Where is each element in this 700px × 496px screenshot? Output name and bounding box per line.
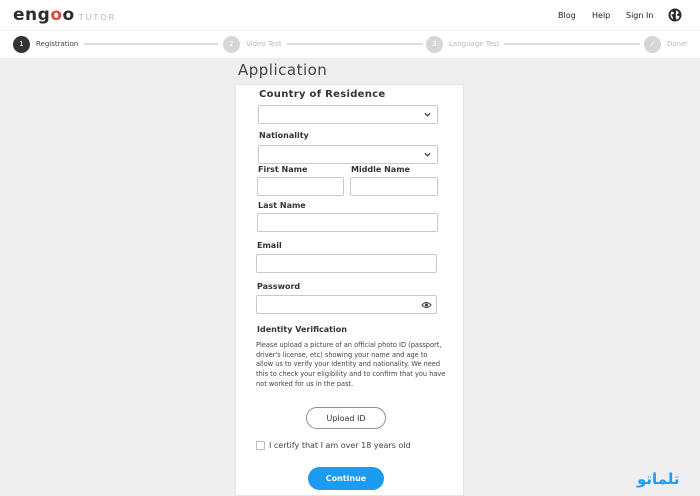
- step-number: 1: [13, 35, 30, 53]
- check-icon: ✓: [644, 35, 661, 53]
- country-label: Country of Residence: [259, 89, 386, 100]
- step-registration: 1 Registration: [13, 35, 78, 53]
- progress-connector: [84, 43, 218, 45]
- continue-button[interactable]: Continue: [308, 467, 384, 490]
- logo-wordmark: engoo: [13, 5, 75, 25]
- registration-progress: 1 Registration 2 Video Test 3 Language T…: [0, 30, 700, 58]
- nationality-label: Nationality: [259, 131, 309, 140]
- globe-icon[interactable]: [668, 8, 682, 22]
- certify-age-checkbox[interactable]: [256, 441, 265, 450]
- nationality-select[interactable]: [258, 145, 438, 164]
- last-name-field[interactable]: [257, 213, 438, 232]
- watermark-text: تلماتو: [637, 470, 680, 488]
- step-label: Registration: [36, 40, 79, 48]
- password-label: Password: [257, 282, 301, 291]
- progress-connector: [504, 43, 640, 45]
- step-label: Done!: [667, 40, 689, 48]
- logo-subtitle: TUTOR: [78, 13, 117, 22]
- step-number: 3: [426, 35, 443, 53]
- engoo-tutor-logo[interactable]: engoo TUTOR: [13, 5, 116, 25]
- step-label: Video Test: [246, 40, 282, 48]
- certify-age-label[interactable]: I certify that I am over 18 years old: [269, 441, 411, 450]
- nav-sign-in-link[interactable]: Sign In: [626, 11, 653, 20]
- progress-connector: [287, 43, 423, 45]
- eye-icon[interactable]: [421, 300, 432, 310]
- chevron-down-icon: [424, 152, 431, 157]
- step-language-test: 3 Language Test: [426, 35, 500, 53]
- last-name-label: Last Name: [258, 201, 306, 210]
- email-field[interactable]: [256, 254, 437, 273]
- step-label: Language Test: [449, 40, 500, 48]
- nav-blog-link[interactable]: Blog: [558, 11, 576, 20]
- top-header: engoo TUTOR Blog Help Sign In: [0, 0, 700, 30]
- application-form: Country of Residence Nationality First N…: [235, 84, 464, 496]
- first-name-field[interactable]: [257, 177, 344, 196]
- step-done: ✓ Done!: [644, 35, 688, 53]
- password-field[interactable]: [256, 295, 437, 314]
- chevron-down-icon: [424, 112, 431, 117]
- country-select[interactable]: [258, 105, 438, 124]
- middle-name-label: Middle Name: [351, 165, 410, 174]
- identity-description: Please upload a picture of an official p…: [256, 341, 446, 388]
- email-label: Email: [257, 241, 282, 250]
- upload-id-button[interactable]: Upload ID: [306, 407, 386, 429]
- identity-verification-heading: Identity Verification: [257, 325, 347, 334]
- step-number: 2: [223, 35, 240, 53]
- first-name-label: First Name: [258, 165, 308, 174]
- page-title: Application: [238, 61, 328, 79]
- middle-name-field[interactable]: [350, 177, 438, 196]
- nav-help-link[interactable]: Help: [592, 11, 610, 20]
- step-video-test: 2 Video Test: [223, 35, 282, 53]
